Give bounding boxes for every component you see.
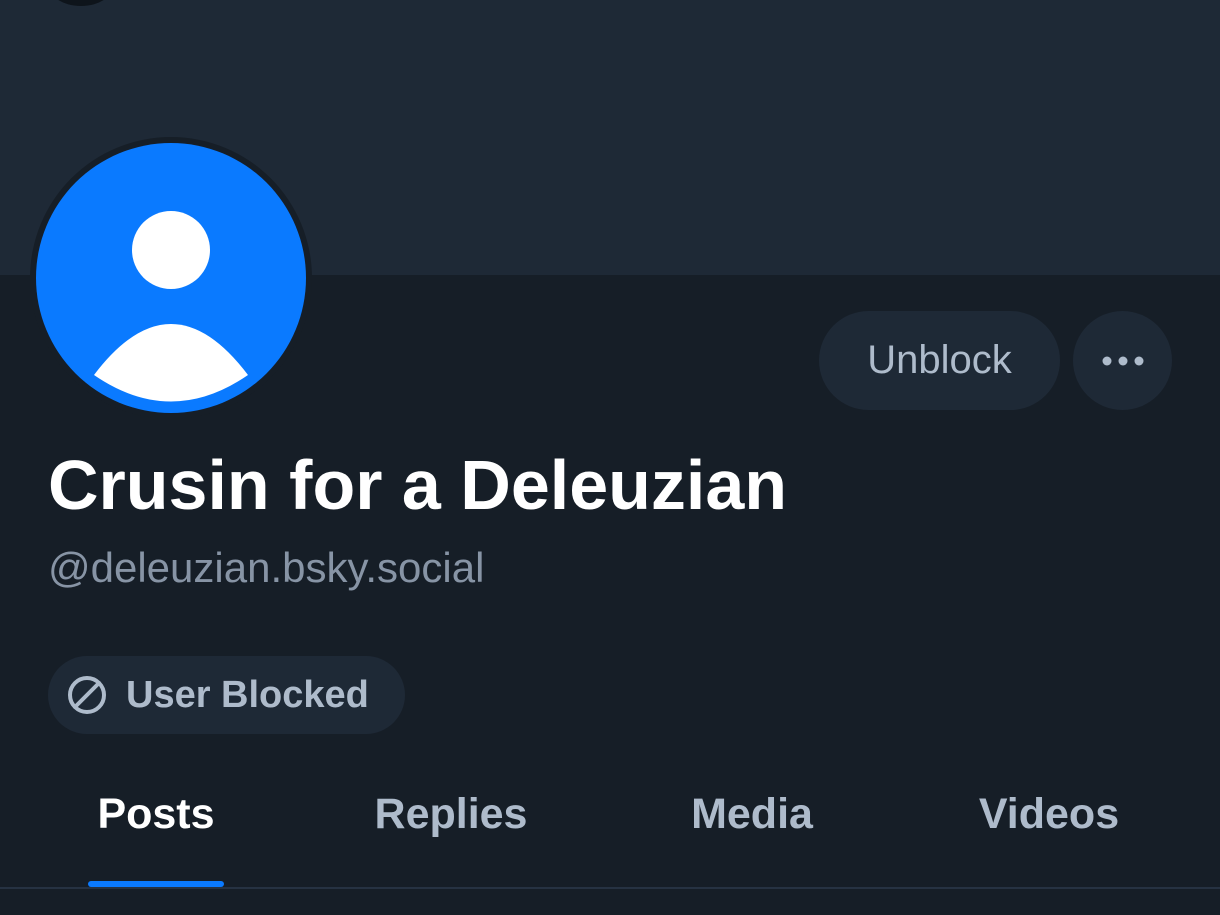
user-blocked-badge: User Blocked xyxy=(48,656,405,734)
blocked-circle-icon xyxy=(68,676,106,714)
profile-page: Unblock Crusin for a Deleuzian @deleuzia… xyxy=(0,0,1220,915)
more-options-button[interactable] xyxy=(1073,311,1172,410)
unblock-button[interactable]: Unblock xyxy=(819,311,1060,410)
tab-media[interactable]: Media xyxy=(691,790,813,839)
tab-posts[interactable]: Posts xyxy=(97,790,214,839)
tab-videos[interactable]: Videos xyxy=(979,790,1119,839)
avatar[interactable] xyxy=(36,143,306,413)
user-blocked-label: User Blocked xyxy=(126,673,369,716)
ellipsis-icon xyxy=(1102,356,1143,365)
profile-handle: @deleuzian.bsky.social xyxy=(48,544,485,591)
tabs-divider xyxy=(0,887,1220,889)
display-name: Crusin for a Deleuzian xyxy=(48,446,788,524)
tab-replies[interactable]: Replies xyxy=(375,790,528,839)
profile-tabs: Posts Replies Media Videos xyxy=(0,770,1220,888)
default-user-avatar-icon xyxy=(94,211,248,402)
